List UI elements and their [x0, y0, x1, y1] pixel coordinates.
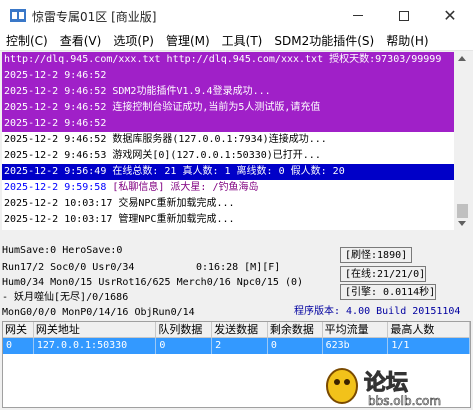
engine-time-box: [引擎: 0.0114秒]	[340, 284, 436, 300]
close-button[interactable]: ✕	[427, 0, 473, 31]
menu-view[interactable]: 查看(V)	[54, 32, 108, 50]
table-cell: 1/1	[388, 338, 470, 354]
log-line: 2025-12-2 9:56:49 在线总数: 21 真人数: 1 离线数: 0…	[2, 164, 454, 180]
table-cell: 623b	[322, 338, 389, 354]
log-line: 2025-12-2 9:59:58 [私聊信息] 派大星: /钓鱼海岛	[2, 180, 454, 196]
log-text: http://dlq.945.com/xxx.txt http://dlq.94…	[4, 54, 442, 65]
maximize-icon	[399, 10, 409, 21]
log-line: 2025-12-2 9:46:53 游戏网关[0](127.0.0.1:5033…	[2, 148, 454, 164]
log-text: [私聊信息] 派大星: /钓鱼海岛	[112, 182, 259, 193]
column-header[interactable]: 最高人数	[388, 322, 470, 338]
scroll-down-icon[interactable]	[458, 221, 466, 226]
column-header[interactable]: 网关	[3, 322, 34, 338]
scroll-thumb[interactable]	[457, 204, 468, 218]
log-line: 2025-12-2 10:03:17 交易NPC重新加载完成...	[2, 196, 454, 212]
title-bar: 惊雷专属01区 [商业版] ✕	[0, 0, 473, 31]
app-icon	[10, 9, 26, 22]
menu-help[interactable]: 帮助(H)	[380, 32, 434, 50]
table-cell: 0	[156, 338, 213, 354]
watermark-url: bbs.olb.com	[368, 394, 441, 408]
refresh-count-box: [刷怪:1890]	[340, 247, 412, 263]
log-line: 2025-12-2 9:46:52 数据库服务器(127.0.0.1:7934)…	[2, 132, 454, 148]
log-text: 2025-12-2 9:46:52	[4, 118, 107, 129]
log-text: 2025-12-2 9:46:53 游戏网关[0](127.0.0.1:5033…	[4, 150, 321, 161]
log-text: 2025-12-2 10:03:17 管理NPC重新加载完成...	[4, 214, 235, 225]
log-text: 2025-12-2 9:46:52 SDM2功能插件V1.9.4登录成功...	[4, 86, 271, 97]
table-cell: 0	[267, 338, 323, 354]
status-hum: Hum0/34 Mon0/15 UsrRot16/625 Merch0/16 N…	[2, 277, 304, 288]
column-header[interactable]: 队列数据	[156, 322, 213, 338]
minimize-icon	[353, 15, 363, 16]
log-line: http://dlq.945.com/xxx.txt http://dlq.94…	[2, 52, 454, 68]
menu-tools[interactable]: 工具(T)	[216, 32, 269, 50]
column-header[interactable]: 发送数据	[212, 322, 268, 338]
menu-bar: 控制(C) 查看(V) 选项(P) 管理(M) 工具(T) SDM2功能插件(S…	[0, 31, 473, 51]
table-row[interactable]: 0 127.0.0.1:50330 0 2 0 623b 1/1	[3, 338, 470, 354]
status-mon: MonG0/0/0 MonP0/14/16 ObjRun0/14	[2, 307, 195, 318]
menu-options[interactable]: 选项(P)	[107, 32, 160, 50]
menu-plugin[interactable]: SDM2功能插件(S)	[268, 32, 380, 50]
minimize-button[interactable]	[335, 0, 381, 31]
log-text: 2025-12-2 9:46:52 数据库服务器(127.0.0.1:7934)…	[4, 134, 327, 145]
status-boss: - 妖月噬仙[无尽]/0/1686	[2, 292, 129, 303]
log-text: 2025-12-2 9:46:52 连接控制台验证成功,当前为5人测试版,请充值	[4, 102, 321, 113]
log-scrollbar[interactable]	[454, 52, 471, 230]
log-panel[interactable]: http://dlq.945.com/xxx.txt http://dlq.94…	[2, 52, 454, 230]
watermark-brand: 论坛	[364, 370, 408, 396]
status-run: Run17/2 Soc0/0 Usr0/34	[2, 262, 135, 273]
log-line: 2025-12-2 9:46:52 SDM2功能插件V1.9.4登录成功...	[2, 84, 454, 100]
online-count-box: [在线:21/21/0]	[340, 266, 426, 282]
table-cell: 127.0.0.1:50330	[33, 338, 157, 354]
table-header: 网关 网关地址 队列数据 发送数据 剩余数据 平均流量 最高人数	[3, 322, 470, 338]
log-line: 2025-12-2 9:46:52	[2, 68, 454, 84]
log-line: 2025-12-2 9:46:52	[2, 116, 454, 132]
forum-watermark-logo: 论坛 bbs.olb.com	[326, 368, 441, 408]
column-header[interactable]: 平均流量	[322, 322, 389, 338]
log-text: 2025-12-2 9:46:52	[4, 70, 107, 81]
column-header[interactable]: 剩余数据	[267, 322, 323, 338]
maximize-button[interactable]	[381, 0, 427, 31]
log-line: 2025-12-2 10:03:17 管理NPC重新加载完成...	[2, 212, 454, 228]
status-time: 0:16:28 [M][F]	[196, 262, 281, 273]
log-text: 2025-12-2 9:56:49 在线总数: 21 真人数: 1 离线数: 0…	[4, 166, 345, 177]
log-text: 2025-12-2 10:03:17 交易NPC重新加载完成...	[4, 198, 235, 209]
version-label: 程序版本: 4.00 Build 20151104	[294, 306, 461, 317]
close-icon: ✕	[443, 6, 457, 25]
window-title: 惊雷专属01区 [商业版]	[32, 10, 157, 24]
table-cell: 2	[212, 338, 268, 354]
menu-control[interactable]: 控制(C)	[0, 32, 54, 50]
status-save: HumSave:0 HeroSave:0	[2, 245, 123, 256]
log-line: 2025-12-2 9:46:52 连接控制台验证成功,当前为5人测试版,请充值	[2, 100, 454, 116]
scroll-up-icon[interactable]	[458, 56, 466, 61]
column-header[interactable]: 网关地址	[33, 322, 157, 338]
table-cell: 0	[3, 338, 34, 354]
menu-manage[interactable]: 管理(M)	[160, 32, 216, 50]
log-text: 2025-12-2 9:59:58	[4, 182, 113, 193]
